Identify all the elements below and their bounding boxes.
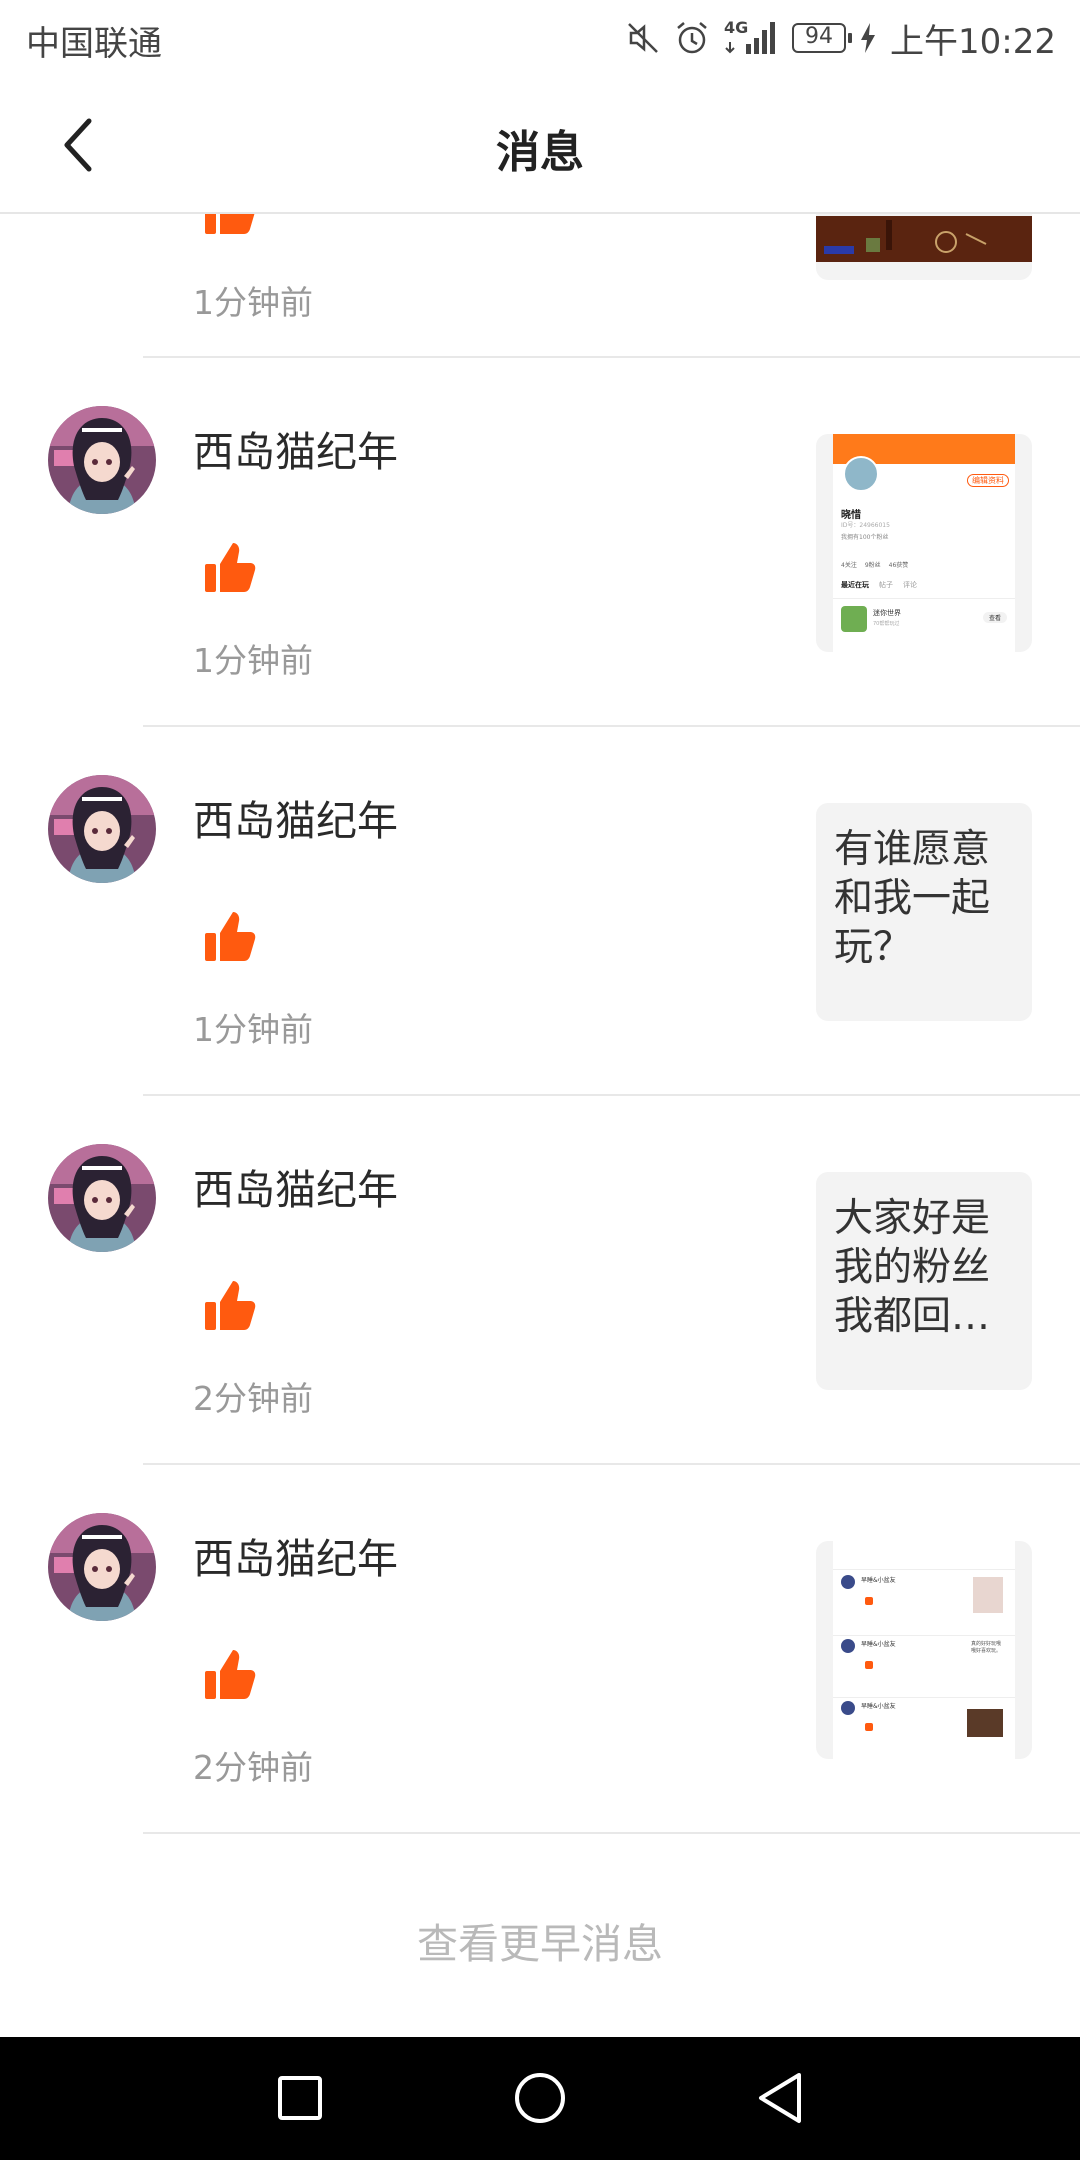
preview-text: 有谁愿意和我一起玩？ <box>834 827 991 970</box>
list-item[interactable]: 西岛猫纪年 1分钟前 编辑资料 晓惜 ID号：24966015 我拥有100个粉… <box>0 358 1080 727</box>
circle-icon <box>515 2073 565 2123</box>
thumbs-up-icon <box>205 912 256 961</box>
comments-preview: 早睡&小盆友 早睡&小盆友 真的好好玩哦哦好喜欢玩。 早睡&小盆友 <box>833 1541 1015 1759</box>
comment-row: 早睡&小盆友 真的好好玩哦哦好喜欢玩。 <box>841 1639 1011 1695</box>
recent-apps-button[interactable] <box>265 2063 335 2133</box>
post-text-preview[interactable]: 大家好是我的粉丝我都回… <box>816 1172 1032 1390</box>
post-text-preview[interactable]: 有谁愿意和我一起玩？ <box>816 803 1032 1021</box>
preview-id: ID号：24966015 <box>841 522 890 529</box>
thumbs-up-icon <box>205 1281 256 1330</box>
load-earlier-button[interactable]: 查看更早消息 <box>0 1910 1080 1970</box>
status-bar: 中国联通 4G 94 上午10:22 <box>0 0 1080 76</box>
system-back-button[interactable] <box>745 2063 815 2133</box>
preview-tabs: 最近在玩 帖子 评论 <box>841 581 917 589</box>
timestamp: 1分钟前 <box>193 283 313 322</box>
game-screenshot <box>816 216 1032 262</box>
carrier-label: 中国联通 <box>26 24 162 64</box>
preview-bio: 我拥有100个粉丝 <box>841 534 889 541</box>
home-button[interactable] <box>505 2063 575 2133</box>
preview-text: 大家好是我的粉丝我都回… <box>834 1196 991 1339</box>
username[interactable]: 西岛猫纪年 <box>193 787 398 847</box>
username[interactable]: 西岛猫纪年 <box>193 418 398 478</box>
timestamp: 1分钟前 <box>193 1010 313 1049</box>
comment-row: 早睡&小盆友 <box>841 1575 1011 1631</box>
signal-icon: 4G <box>724 18 778 56</box>
post-thumbnail[interactable]: 编辑资料 晓惜 ID号：24966015 我拥有100个粉丝 4关注 9粉丝 4… <box>816 434 1032 652</box>
avatar[interactable] <box>48 406 156 514</box>
username[interactable]: 西岛猫纪年 <box>193 1525 398 1585</box>
preview-game-sub: 70帮帮玩过 <box>873 621 900 627</box>
username[interactable]: 西岛猫纪年 <box>193 1156 398 1216</box>
edit-profile-badge: 编辑资料 <box>967 474 1009 487</box>
preview-name: 晓惜 <box>841 510 861 521</box>
preview-game-icon <box>841 606 867 632</box>
triangle-back-icon <box>759 2073 801 2123</box>
preview-game-name: 迷你世界 <box>873 609 901 617</box>
preview-avatar <box>843 456 879 492</box>
timestamp: 2分钟前 <box>193 1748 313 1787</box>
profile-preview: 编辑资料 晓惜 ID号：24966015 我拥有100个粉丝 4关注 9粉丝 4… <box>833 434 1015 652</box>
timestamp: 2分钟前 <box>193 1379 313 1418</box>
list-item[interactable]: 西岛猫纪年 1分钟前 有谁愿意和我一起玩？ <box>0 727 1080 1096</box>
mute-icon <box>626 21 660 55</box>
list-item[interactable]: 西岛猫纪年 2分钟前 早睡&小盆友 早睡&小盆友 真的好好玩哦哦好喜欢玩。 早睡… <box>0 1465 1080 1834</box>
battery-icon: 94 <box>792 23 853 53</box>
divider <box>143 1832 1080 1834</box>
list-item[interactable]: 西岛猫纪年 2分钟前 大家好是我的粉丝我都回… <box>0 1096 1080 1465</box>
square-icon <box>278 2076 322 2120</box>
thumbs-up-icon <box>205 214 255 234</box>
charging-icon <box>860 23 876 53</box>
page-title: 消息 <box>496 127 584 178</box>
status-icons: 4G 94 上午10:22 <box>626 12 1056 64</box>
thumbs-up-icon <box>205 543 256 592</box>
list-item[interactable]: 1分钟前 <box>0 214 1080 358</box>
navigation-bar <box>0 2037 1080 2160</box>
message-list[interactable]: 1分钟前 西岛猫纪年 1分钟前 编辑资料 晓惜 ID号：24966015 我拥有… <box>0 214 1080 2034</box>
thumbs-up-icon <box>205 1650 256 1699</box>
post-thumbnail[interactable] <box>816 214 1032 280</box>
preview-game-button: 查看 <box>982 612 1007 623</box>
avatar[interactable] <box>48 775 156 883</box>
clock: 上午10:22 <box>890 21 1056 62</box>
preview-stats: 4关注 9粉丝 46获赞 <box>841 562 909 569</box>
header: 消息 <box>0 76 1080 214</box>
avatar[interactable] <box>48 1144 156 1252</box>
post-thumbnail[interactable]: 早睡&小盆友 早睡&小盆友 真的好好玩哦哦好喜欢玩。 早睡&小盆友 <box>816 1541 1032 1759</box>
avatar[interactable] <box>48 1513 156 1621</box>
comment-row: 早睡&小盆友 <box>841 1701 1011 1757</box>
timestamp: 1分钟前 <box>193 641 313 680</box>
alarm-icon <box>674 20 710 56</box>
